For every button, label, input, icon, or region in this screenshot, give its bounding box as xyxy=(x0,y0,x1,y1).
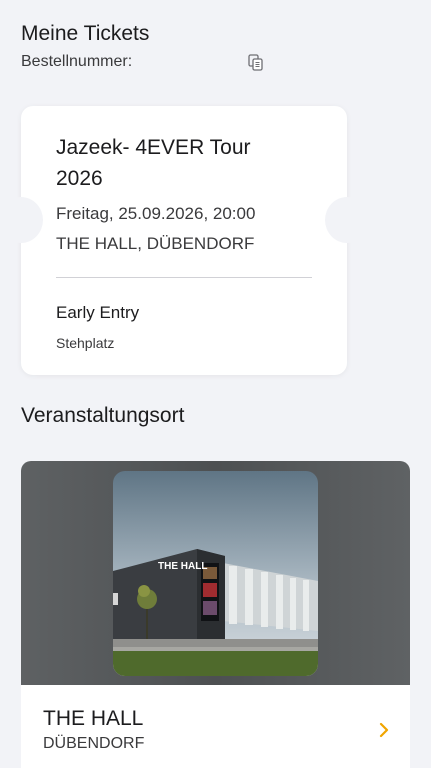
venue-card[interactable]: THE HALL THE HALL DÜBENDORF xyxy=(21,461,410,768)
ticket-card[interactable]: Jazeek- 4EVER Tour 2026 Freitag, 25.09.2… xyxy=(0,106,369,375)
venue-city: DÜBENDORF xyxy=(43,735,145,752)
chevron-right-icon[interactable] xyxy=(377,721,391,739)
venue-banner: THE HALL xyxy=(21,461,410,685)
photo-sign-text: THE HALL xyxy=(158,561,207,572)
venue-section-title: Veranstaltungsort xyxy=(21,404,185,427)
ticket-subtype: Stehplatz xyxy=(56,335,115,351)
event-venue: THE HALL, DÜBENDORF xyxy=(56,234,255,253)
ticket-notch-right xyxy=(325,197,369,243)
venue-name: THE HALL xyxy=(43,707,144,730)
ticket-type: Early Entry xyxy=(56,303,140,322)
copy-icon[interactable] xyxy=(248,54,264,72)
ticket-divider xyxy=(56,277,312,278)
venue-photo: THE HALL xyxy=(113,471,318,676)
event-date: Freitag, 25.09.2026, 20:00 xyxy=(56,204,256,223)
page-title: Meine Tickets xyxy=(21,22,150,45)
tickets-page: Meine Tickets Bestellnummer: Jazeek- 4EV… xyxy=(0,0,431,768)
order-number-label: Bestellnummer: xyxy=(21,53,133,70)
ticket-notch-left xyxy=(0,197,43,243)
event-title: Jazeek- 4EVER Tour 2026 xyxy=(56,136,251,190)
venue-info: THE HALL DÜBENDORF xyxy=(21,685,410,768)
